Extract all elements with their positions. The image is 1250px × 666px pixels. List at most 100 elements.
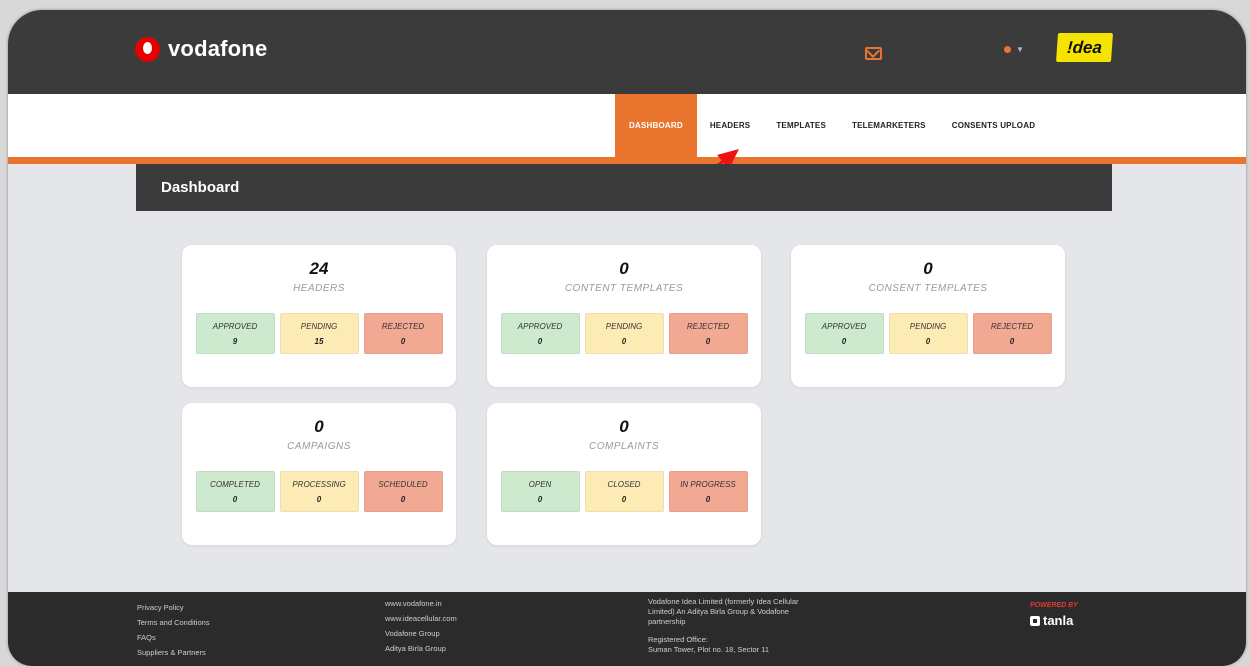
card-label: HEADERS [293,283,345,294]
stat-value: 0 [925,336,931,346]
stat-value: 0 [400,494,406,504]
stat-rejected[interactable]: REJECTED 0 [668,313,748,354]
stat-approved[interactable]: APPROVED 9 [195,313,275,354]
user-icon[interactable] [1004,46,1011,53]
stat-value: 9 [232,336,238,346]
powered-by-label: POWERED BY [1030,602,1078,609]
stat-rejected[interactable]: REJECTED 0 [972,313,1052,354]
complaints-card: 0 COMPLAINTS OPEN 0 CLOSED 0 IN PROGRESS 0 [487,403,761,545]
stat-value: 0 [400,336,406,346]
stat-label: COMPLETED [210,479,260,489]
main-nav-bar: DASHBOARD HEADERS TEMPLATES TELEMARKETER… [8,94,1246,164]
stat-value: 0 [621,336,627,346]
footer-text: Registered Office: [648,635,708,644]
footer-text: Limited) An Aditya Birla Group & Vodafon… [648,607,789,616]
card-label: COMPLAINTS [588,441,659,452]
stat-label: REJECTED [686,321,730,331]
footer-link-privacy[interactable]: Privacy Policy [137,600,210,615]
campaigns-card: 0 CAMPAIGNS COMPLETED 0 PROCESSING 0 SCHED… [182,403,456,545]
footer-link-vodafone-group[interactable]: Vodafone Group [385,626,457,641]
nav-templates[interactable]: TEMPLATES [763,94,839,157]
footer-sites: www.vodafone.in www.ideacellular.com Vod… [385,596,457,656]
stat-label: APPROVED [517,321,563,331]
stat-label: PENDING [909,321,947,331]
tanla-brand: tanla [1043,613,1074,628]
footer-link-vodafone[interactable]: www.vodafone.in [385,596,457,611]
card-label: CONSENT TEMPLATES [868,283,988,294]
footer-links: Privacy Policy Terms and Conditions FAQs… [137,600,210,660]
stat-label: PENDING [605,321,643,331]
stat-label: PENDING [300,321,338,331]
card-stats: COMPLETED 0 PROCESSING 0 SCHEDULED 0 [182,471,456,512]
stat-label: PROCESSING [292,479,346,489]
vodafone-logo-icon [135,36,160,62]
stat-value: 0 [537,494,543,504]
footer-link-suppliers[interactable]: Suppliers & Partners [137,645,210,660]
stat-in-progress[interactable]: IN PROGRESS 0 [668,471,748,512]
footer-link-faqs[interactable]: FAQs [137,630,210,645]
stat-pending[interactable]: PENDING 0 [888,313,968,354]
card-count: 0 [314,417,324,436]
stat-processing[interactable]: PROCESSING 0 [279,471,359,512]
footer-text: Suman Tower, Plot no. 18, Sector 11 [648,645,770,654]
dashboard-panel: 24 HEADERS APPROVED 9 PENDING 15 REJECTED 0… [136,211,1112,578]
consent-templates-card: 0 CONSENT TEMPLATES APPROVED 0 PENDING 0 R… [791,245,1065,387]
stat-label: APPROVED [212,321,258,331]
footer-company-info: Vodafone Idea Limited (formerly Idea Cel… [648,597,799,655]
stat-value: 15 [314,336,324,346]
card-stats: OPEN 0 CLOSED 0 IN PROGRESS 0 [487,471,761,512]
stat-label: APPROVED [821,321,867,331]
stat-value: 0 [232,494,238,504]
card-label: CONTENT TEMPLATES [564,283,684,294]
stat-label: REJECTED [381,321,425,331]
stat-pending[interactable]: PENDING 15 [279,313,359,354]
footer-spacer [648,627,799,635]
card-stats: APPROVED 9 PENDING 15 REJECTED 0 [182,313,456,354]
nav-telemarketers[interactable]: TELEMARKETERS [839,94,939,157]
card-count: 0 [923,259,933,278]
card-count: 0 [619,417,629,436]
vodafone-logo[interactable]: vodafone [135,36,267,62]
app-window: vodafone ▼ !dea DASHBOARD HEADERS TEMPLA… [8,10,1246,666]
content-templates-card: 0 CONTENT TEMPLATES APPROVED 0 PENDING 0 R… [487,245,761,387]
tanla-icon [1030,615,1040,626]
stat-value: 0 [316,494,322,504]
stat-pending[interactable]: PENDING 0 [584,313,664,354]
stat-value: 0 [621,494,627,504]
stat-scheduled[interactable]: SCHEDULED 0 [363,471,443,512]
headers-card: 24 HEADERS APPROVED 9 PENDING 15 REJECTED 0 [182,245,456,387]
idea-logo: !dea [1055,33,1114,62]
top-header: vodafone ▼ !dea [8,10,1246,94]
page-title: Dashboard [136,164,1112,211]
stat-approved[interactable]: APPROVED 0 [804,313,884,354]
stat-rejected[interactable]: REJECTED 0 [363,313,443,354]
mail-icon[interactable] [865,47,882,60]
card-count: 24 [309,259,329,278]
footer-link-aditya-birla[interactable]: Aditya Birla Group [385,641,457,656]
tanla-logo: tanla [1030,613,1073,628]
stat-closed[interactable]: CLOSED 0 [584,471,664,512]
stat-label: IN PROGRESS [680,479,736,489]
stat-value: 0 [1009,336,1015,346]
card-stats: APPROVED 0 PENDING 0 REJECTED 0 [791,313,1065,354]
card-label: CAMPAIGNS [287,441,351,452]
chevron-down-icon[interactable]: ▼ [1016,45,1024,54]
stat-label: CLOSED [607,479,641,489]
card-count: 0 [619,259,629,278]
footer: Privacy Policy Terms and Conditions FAQs… [8,592,1246,666]
stat-value: 0 [705,336,711,346]
nav-consents-upload[interactable]: CONSENTS UPLOAD [939,94,1048,157]
footer-text: partnership [648,617,686,626]
card-stats: APPROVED 0 PENDING 0 REJECTED 0 [487,313,761,354]
stat-label: OPEN [528,479,552,489]
stat-value: 0 [705,494,711,504]
stat-approved[interactable]: APPROVED 0 [500,313,580,354]
footer-link-terms[interactable]: Terms and Conditions [137,615,210,630]
stat-completed[interactable]: COMPLETED 0 [195,471,275,512]
stat-value: 0 [537,336,543,346]
stat-open[interactable]: OPEN 0 [500,471,580,512]
stat-label: REJECTED [990,321,1034,331]
footer-link-idea[interactable]: www.ideacellular.com [385,611,457,626]
footer-text: Vodafone Idea Limited (formerly Idea Cel… [648,597,799,606]
stat-label: SCHEDULED [378,479,428,489]
